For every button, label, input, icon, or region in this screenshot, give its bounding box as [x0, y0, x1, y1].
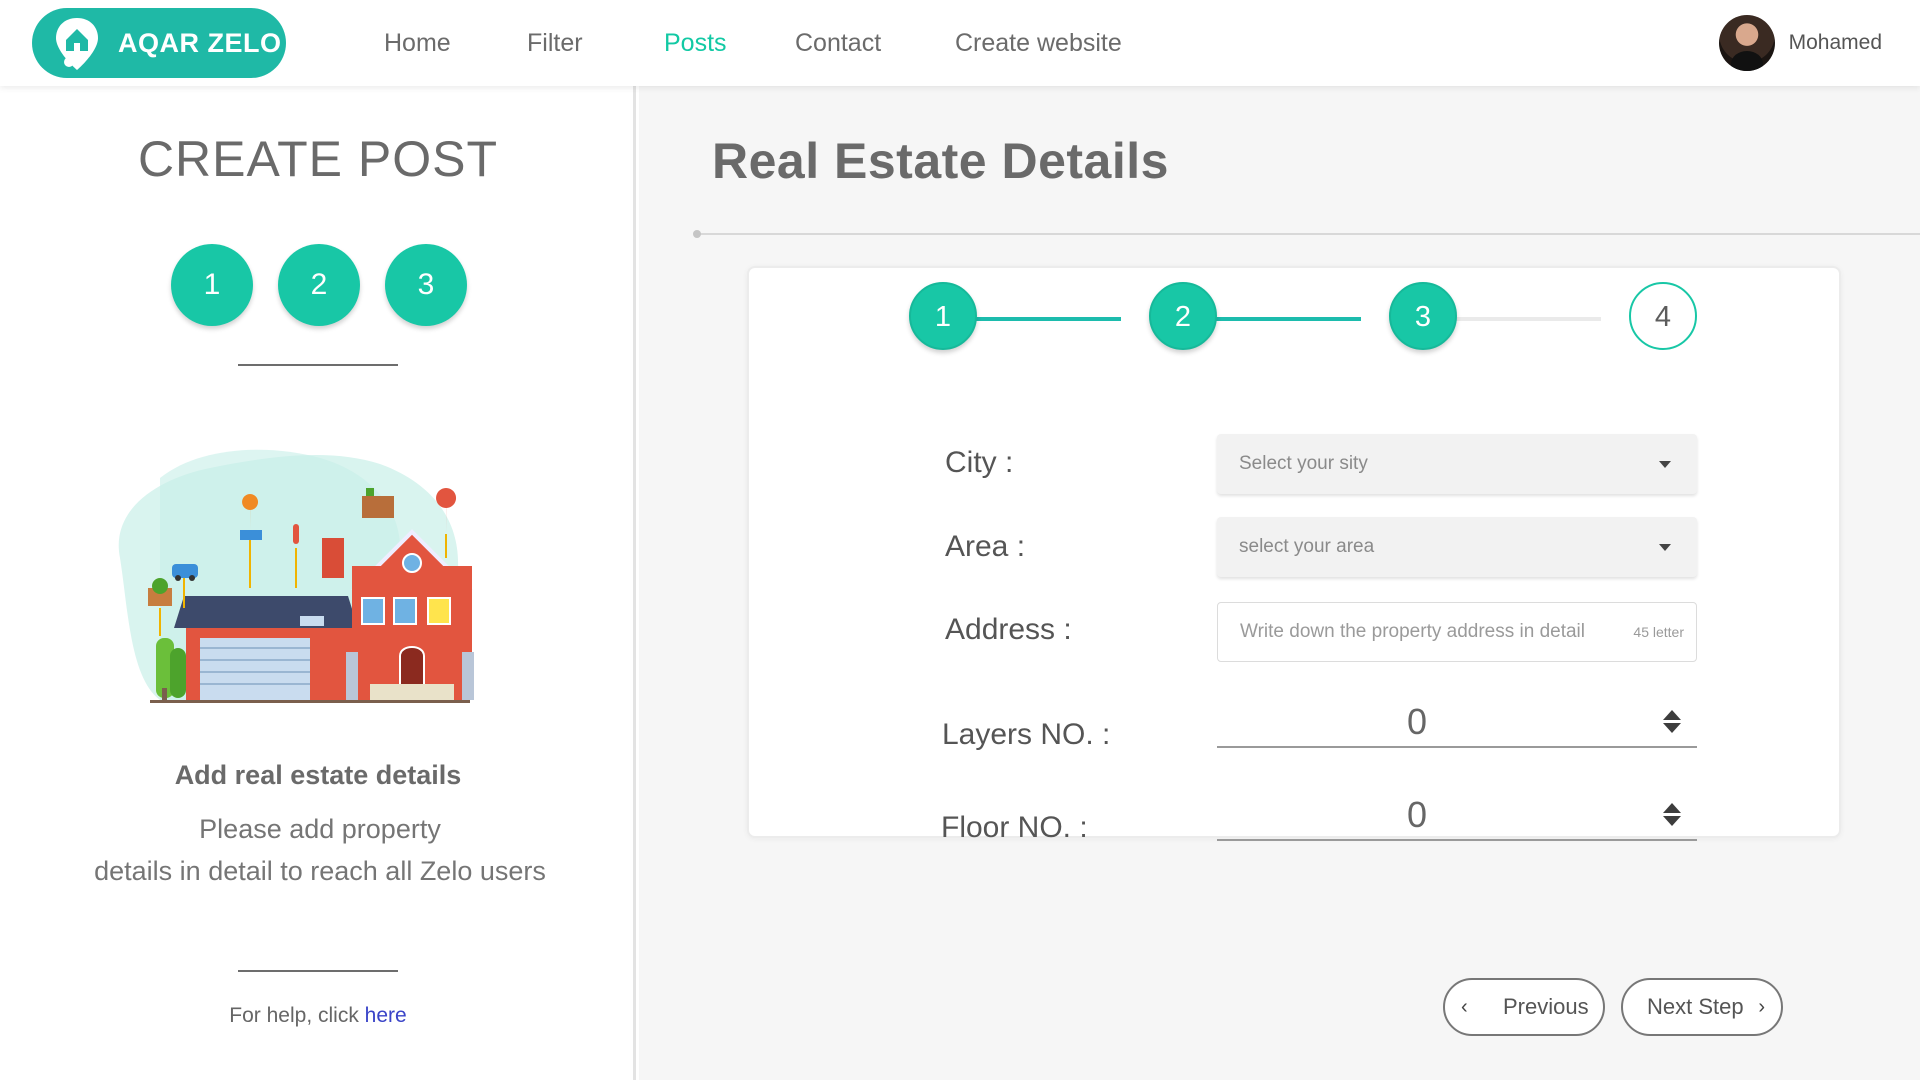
previous-button[interactable]: ‹ Previous — [1443, 978, 1605, 1036]
page-title: Real Estate Details — [712, 133, 1169, 189]
arrow-down-icon[interactable] — [1663, 816, 1681, 826]
layers-number-input[interactable]: 0 — [1217, 700, 1697, 748]
top-navbar: AQAR ZELO Home Filter Posts Contact Crea… — [0, 0, 1920, 86]
caret-down-icon — [1659, 544, 1671, 551]
progress-step-3[interactable]: 3 — [1389, 282, 1457, 350]
overview-step-1: 1 — [171, 244, 253, 326]
user-menu[interactable]: Mohamed — [1718, 15, 1882, 71]
house-illustration — [118, 449, 474, 703]
area-select-placeholder: select your area — [1239, 536, 1375, 557]
nav-filter[interactable]: Filter — [527, 0, 583, 86]
help-label: For help, click — [229, 1004, 359, 1027]
avatar[interactable] — [1718, 15, 1775, 71]
floor-value: 0 — [1406, 794, 1428, 835]
details-form-card: 1 2 3 4 City : Select your sity Area : s… — [747, 266, 1841, 844]
location-pin-logo-icon — [56, 18, 98, 70]
layers-value: 0 — [1406, 701, 1428, 742]
divider-top — [238, 364, 398, 366]
progress-step-2[interactable]: 2 — [1149, 282, 1217, 350]
nav-posts[interactable]: Posts — [664, 0, 727, 86]
city-select-placeholder: Select your sity — [1239, 453, 1368, 474]
area-select[interactable]: select your area — [1217, 517, 1697, 577]
chevron-left-icon: ‹ — [1461, 996, 1468, 1018]
address-field: 45 letter — [1217, 602, 1697, 662]
floor-label: Floor NO. : — [941, 811, 1088, 844]
arrow-up-icon[interactable] — [1663, 710, 1681, 720]
progress-step-4[interactable]: 4 — [1629, 282, 1697, 350]
chevron-right-icon: › — [1758, 996, 1765, 1018]
main-content: Real Estate Details 1 2 3 4 City : Selec… — [639, 86, 1920, 1080]
create-post-title: CREATE POST — [137, 131, 499, 187]
user-name: Mohamed — [1788, 31, 1882, 54]
address-input[interactable] — [1218, 603, 1618, 661]
help-text: For help, click here — [0, 1004, 636, 1028]
next-step-button-label: Next Step — [1647, 994, 1744, 1019]
address-label: Address : — [945, 613, 1072, 646]
nav-contact[interactable]: Contact — [795, 0, 881, 86]
overview-step-2: 2 — [278, 244, 360, 326]
arrow-down-icon[interactable] — [1663, 723, 1681, 733]
brand-name: AQAR ZELO — [118, 28, 282, 58]
arrow-up-icon[interactable] — [1663, 803, 1681, 813]
nav-create-website[interactable]: Create website — [955, 0, 1122, 86]
divider-bottom — [238, 970, 398, 972]
next-step-button[interactable]: Next Step › — [1621, 978, 1783, 1036]
brand-logo[interactable]: AQAR ZELO — [32, 8, 286, 78]
previous-button-label: Previous — [1503, 994, 1589, 1019]
add-details-description: Please add property details in detail to… — [70, 808, 570, 892]
nav-home[interactable]: Home — [384, 0, 451, 86]
title-underline — [697, 233, 1920, 235]
overview-step-3: 3 — [385, 244, 467, 326]
add-details-heading: Add real estate details — [174, 760, 462, 790]
address-char-counter: 45 letter — [1633, 624, 1684, 640]
floor-number-input[interactable]: 0 — [1217, 793, 1697, 841]
description-line-2: details in detail to reach all Zelo user… — [94, 856, 546, 886]
city-label: City : — [945, 446, 1014, 479]
title-underline-dot — [693, 230, 701, 238]
layers-spinner-icon[interactable] — [1663, 710, 1681, 736]
help-link[interactable]: here — [365, 1004, 407, 1027]
progress-step-1[interactable]: 1 — [909, 282, 977, 350]
description-line-1: Please add property — [199, 814, 441, 844]
left-panel: CREATE POST 1 2 3 Add real estate detail… — [0, 86, 636, 1080]
floor-spinner-icon[interactable] — [1663, 803, 1681, 829]
city-select[interactable]: Select your sity — [1217, 434, 1697, 494]
layers-label: Layers NO. : — [942, 718, 1111, 751]
caret-down-icon — [1659, 461, 1671, 468]
area-label: Area : — [945, 530, 1026, 563]
